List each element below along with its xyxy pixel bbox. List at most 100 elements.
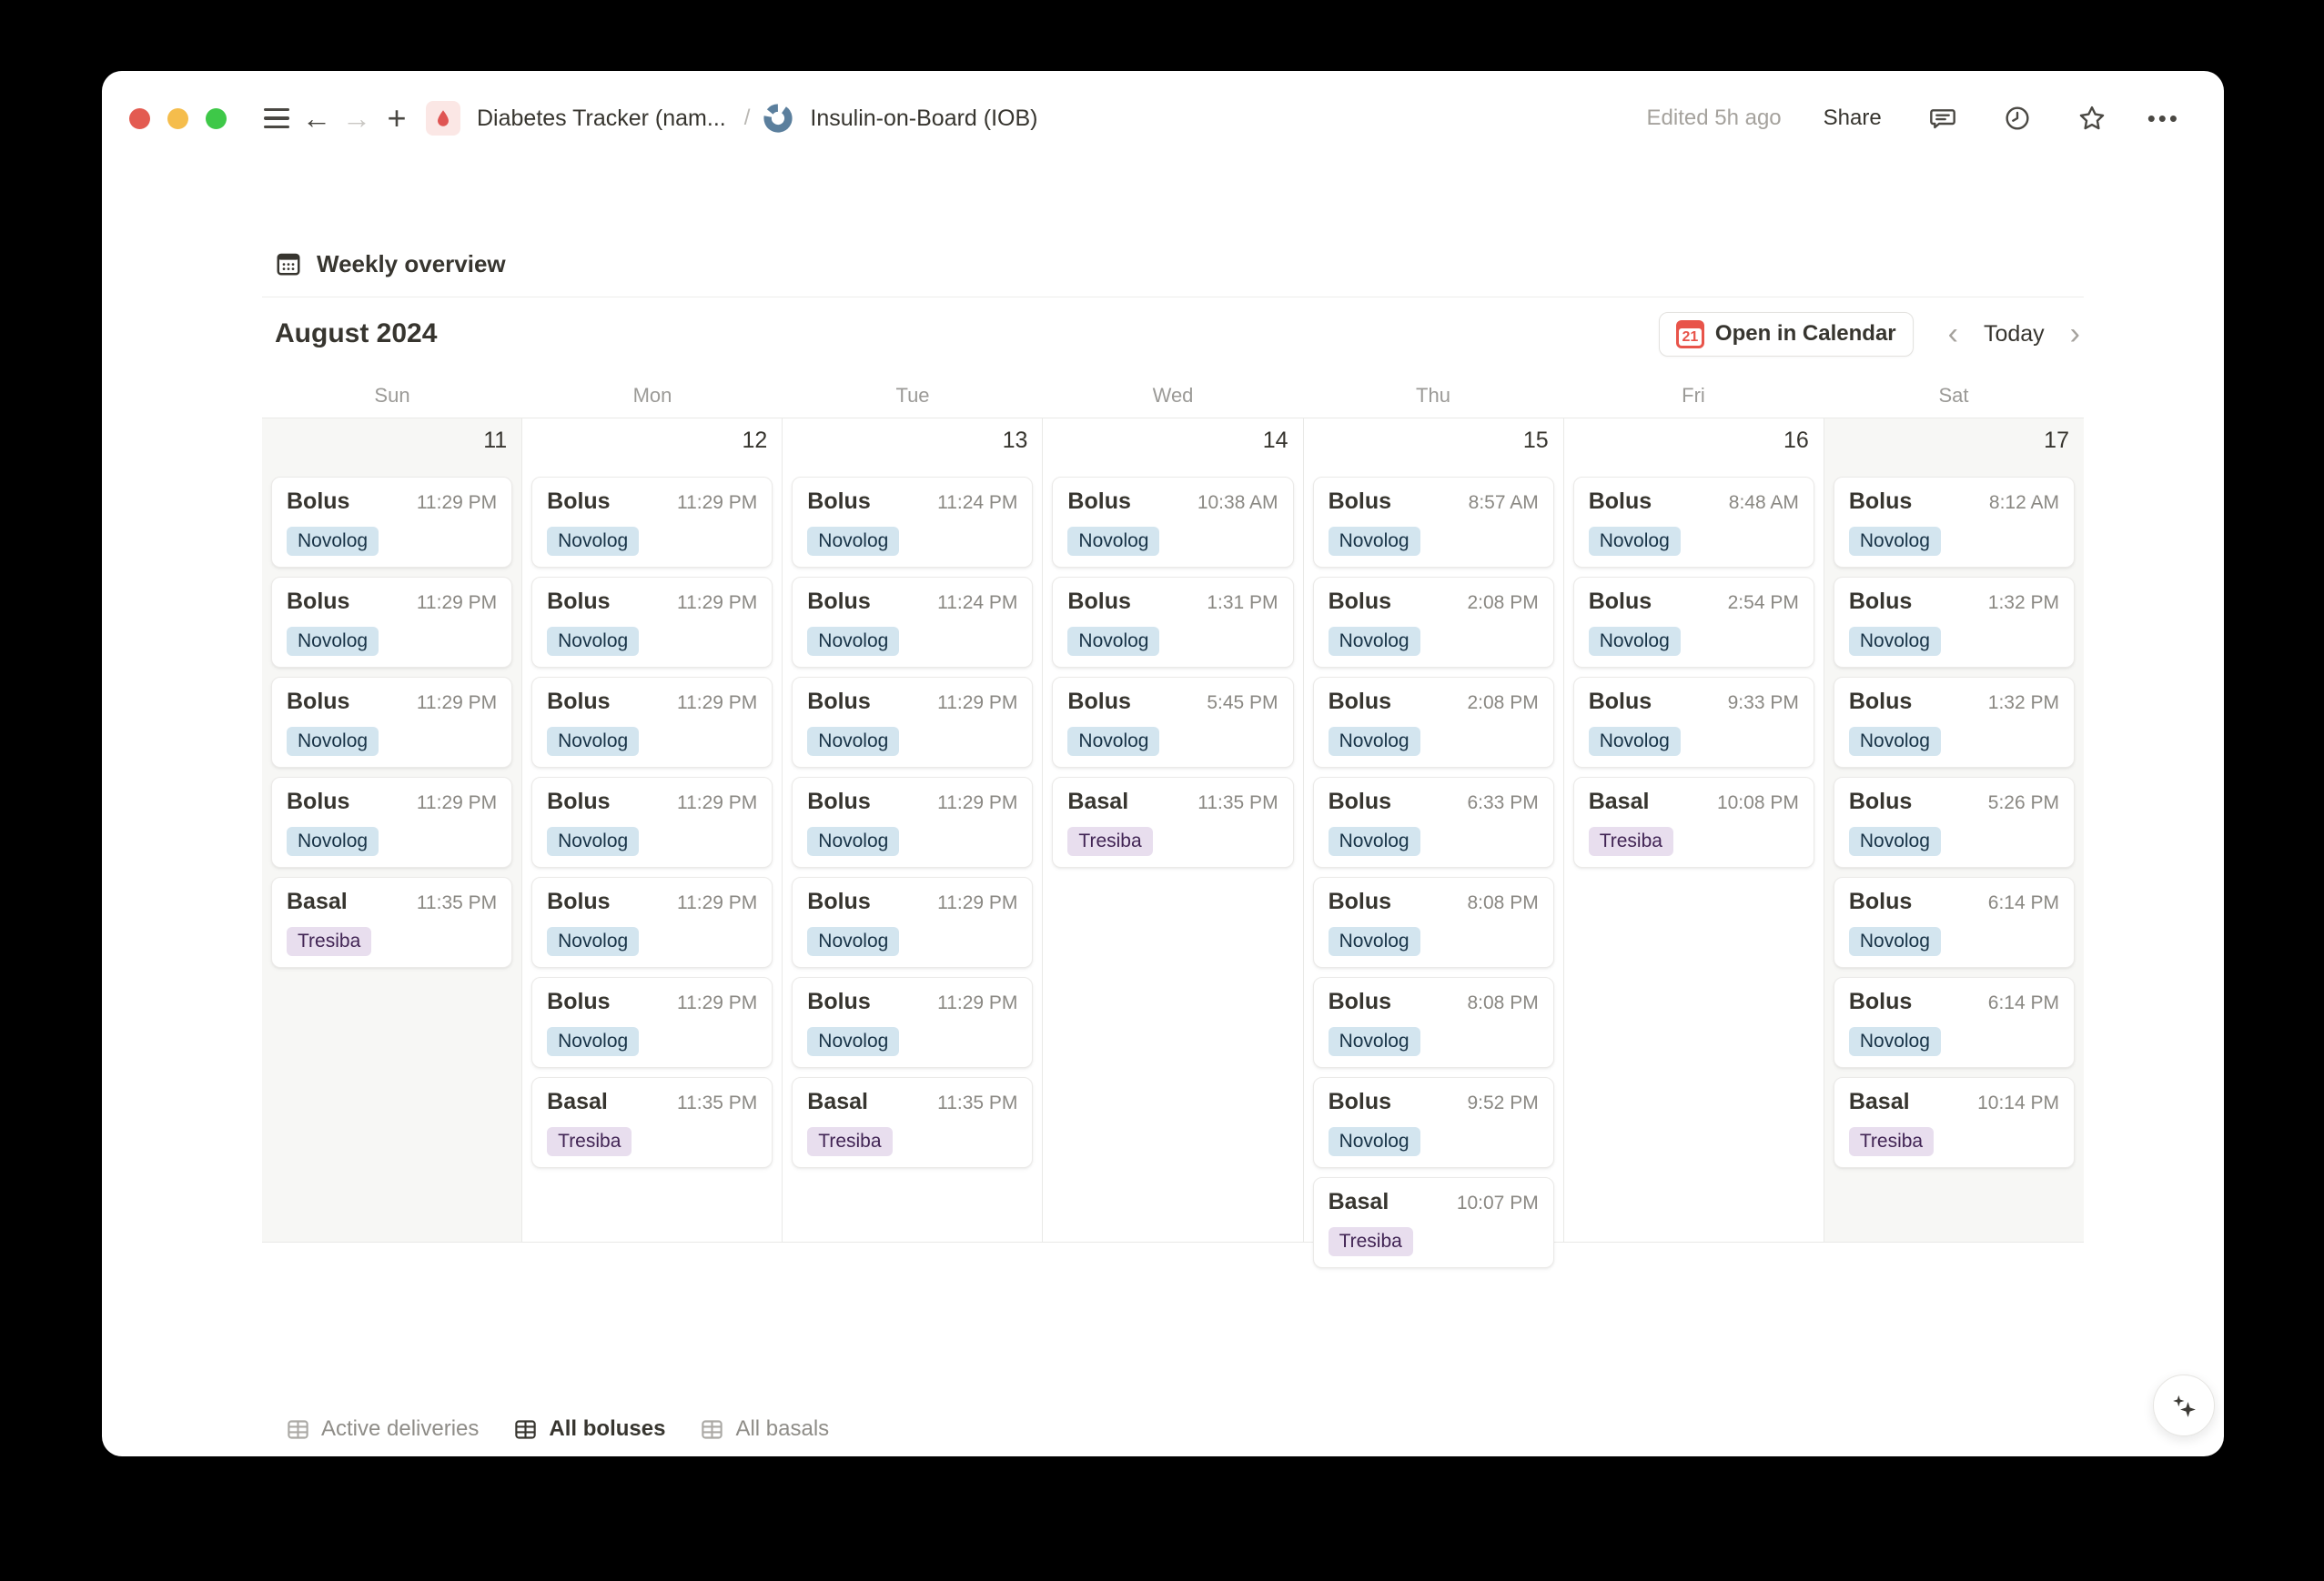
event-card[interactable]: Basal 11:35 PM Tresiba: [531, 1077, 773, 1168]
zoom-window-button[interactable]: [206, 107, 227, 129]
insulin-tag: Tresiba: [547, 1127, 632, 1156]
weekday-label-sun: Sun: [374, 384, 410, 407]
event-time: 8:57 AM: [1468, 492, 1539, 513]
event-card[interactable]: Basal 10:14 PM Tresiba: [1833, 1077, 2075, 1168]
day-cell-11[interactable]: 11 Bolus 11:29 PM Novolog Bolus 11:29 PM Novol…: [262, 418, 523, 1242]
event-card[interactable]: Bolus 6:33 PM Novolog: [1312, 777, 1554, 868]
tab-all-basals[interactable]: All basals: [689, 1402, 840, 1456]
event-card[interactable]: Bolus 11:29 PM Novolog: [792, 777, 1034, 868]
event-time: 5:26 PM: [1987, 792, 2059, 813]
today-button[interactable]: Today: [1984, 321, 2045, 347]
event-card[interactable]: Bolus 11:29 PM Novolog: [792, 877, 1034, 968]
event-card[interactable]: Basal 10:07 PM Tresiba: [1312, 1177, 1554, 1268]
next-week-button[interactable]: ›: [2066, 318, 2084, 349]
event-card[interactable]: Bolus 10:38 AM Novolog: [1052, 477, 1294, 568]
event-card[interactable]: Bolus 11:29 PM Novolog: [531, 577, 773, 668]
insulin-tag: Novolog: [807, 727, 900, 756]
new-page-button[interactable]: +: [377, 98, 417, 138]
event-card[interactable]: Bolus 5:45 PM Novolog: [1052, 677, 1294, 768]
view-title: Weekly overview: [317, 249, 506, 277]
event-card[interactable]: Bolus 8:57 AM Novolog: [1312, 477, 1554, 568]
event-title: Bolus: [1067, 589, 1131, 614]
screenshot-canvas: ← → + Diabetes Tracker (nam... / Insulin…: [0, 0, 2324, 1581]
event-title: Bolus: [287, 689, 350, 714]
event-card[interactable]: Bolus 1:32 PM Novolog: [1833, 677, 2075, 768]
topbar-actions: Edited 5h ago Share •••: [1647, 99, 2180, 137]
event-card[interactable]: Bolus 9:52 PM Novolog: [1312, 1077, 1554, 1168]
event-card[interactable]: Bolus 8:48 AM Novolog: [1572, 477, 1814, 568]
insulin-tag: Novolog: [807, 1027, 900, 1056]
event-card[interactable]: Bolus 11:29 PM Novolog: [531, 477, 773, 568]
breadcrumb-item-insulin-on-board[interactable]: Insulin-on-Board (IOB): [804, 102, 1043, 136]
event-card[interactable]: Bolus 11:29 PM Novolog: [531, 777, 773, 868]
event-card[interactable]: Basal 11:35 PM Tresiba: [792, 1077, 1034, 1168]
event-title: Bolus: [1588, 589, 1652, 614]
open-in-calendar-button[interactable]: 21 Open in Calendar: [1658, 311, 1914, 357]
event-card[interactable]: Bolus 11:29 PM Novolog: [531, 877, 773, 968]
event-card[interactable]: Bolus 11:24 PM Novolog: [792, 577, 1034, 668]
event-card[interactable]: Bolus 1:31 PM Novolog: [1052, 577, 1294, 668]
minimize-window-button[interactable]: [167, 107, 188, 129]
insulin-tag: Novolog: [287, 527, 379, 556]
event-card[interactable]: Bolus 1:32 PM Novolog: [1833, 577, 2075, 668]
insulin-tag: Novolog: [1067, 627, 1160, 656]
event-time: 11:29 PM: [937, 892, 1018, 913]
event-time: 8:12 AM: [1988, 492, 2059, 513]
event-card[interactable]: Bolus 2:54 PM Novolog: [1572, 577, 1814, 668]
event-card[interactable]: Bolus 9:33 PM Novolog: [1572, 677, 1814, 768]
history-icon[interactable]: [1998, 99, 2036, 137]
event-card[interactable]: Bolus 8:12 AM Novolog: [1833, 477, 2075, 568]
insulin-tag: Tresiba: [287, 927, 372, 956]
insulin-tag: Novolog: [1328, 827, 1420, 856]
insulin-tag: Novolog: [807, 827, 900, 856]
event-card[interactable]: Bolus 8:08 PM Novolog: [1312, 877, 1554, 968]
event-title: Bolus: [807, 589, 871, 614]
previous-week-button[interactable]: ‹: [1945, 318, 1962, 349]
weekday-label-sat: Sat: [1938, 384, 1969, 407]
event-card[interactable]: Bolus 8:08 PM Novolog: [1312, 977, 1554, 1068]
event-card[interactable]: Bolus 5:26 PM Novolog: [1833, 777, 2075, 868]
event-card[interactable]: Bolus 6:14 PM Novolog: [1833, 977, 2075, 1068]
insulin-tag: Novolog: [287, 627, 379, 656]
event-title: Basal: [287, 889, 348, 914]
date-number: 15: [1522, 428, 1549, 453]
more-options-icon[interactable]: •••: [2147, 105, 2180, 133]
day-cell-17[interactable]: 17 Bolus 8:12 AM Novolog Bolus 1:32 PM Novolog…: [1824, 418, 2084, 1242]
event-card[interactable]: Bolus 11:29 PM Novolog: [531, 977, 773, 1068]
event-card[interactable]: Bolus 2:08 PM Novolog: [1312, 677, 1554, 768]
event-title: Bolus: [1067, 488, 1131, 514]
event-title: Bolus: [807, 889, 871, 914]
breadcrumb-item-diabetes-tracker[interactable]: Diabetes Tracker (nam...: [471, 102, 732, 136]
event-card[interactable]: Bolus 11:29 PM Novolog: [792, 677, 1034, 768]
event-card[interactable]: Bolus 11:29 PM Novolog: [271, 477, 513, 568]
close-window-button[interactable]: [129, 107, 150, 129]
forward-button[interactable]: →: [337, 98, 377, 138]
favorite-star-icon[interactable]: [2073, 99, 2111, 137]
share-button[interactable]: Share: [1818, 102, 1887, 135]
event-card[interactable]: Bolus 6:14 PM Novolog: [1833, 877, 2075, 968]
event-card[interactable]: Bolus 11:29 PM Novolog: [271, 577, 513, 668]
event-time: 11:29 PM: [676, 792, 758, 813]
event-time: 11:24 PM: [937, 492, 1018, 513]
ai-sparkle-button[interactable]: [2153, 1375, 2215, 1436]
event-card[interactable]: Bolus 11:29 PM Novolog: [271, 777, 513, 868]
day-cell-16[interactable]: 16 Bolus 8:48 AM Novolog Bolus 2:54 PM Novolog…: [1563, 418, 1824, 1242]
event-card[interactable]: Basal 11:35 PM Tresiba: [271, 877, 513, 968]
tab-all-boluses[interactable]: All boluses: [502, 1402, 676, 1456]
event-card[interactable]: Bolus 11:29 PM Novolog: [531, 677, 773, 768]
tab-active-deliveries[interactable]: Active deliveries: [275, 1402, 490, 1456]
day-cell-15[interactable]: 15 Bolus 8:57 AM Novolog Bolus 2:08 PM Novolog…: [1303, 418, 1564, 1268]
sidebar-menu-icon[interactable]: [257, 107, 297, 129]
day-cell-14[interactable]: 14 Bolus 10:38 AM Novolog Bolus 1:31 PM Novolo…: [1043, 418, 1304, 1242]
day-cell-13[interactable]: 13 Bolus 11:24 PM Novolog Bolus 11:24 PM Novol…: [783, 418, 1044, 1242]
insulin-tag: Novolog: [1848, 1027, 1941, 1056]
event-card[interactable]: Bolus 11:24 PM Novolog: [792, 477, 1034, 568]
comments-icon[interactable]: [1924, 99, 1962, 137]
back-button[interactable]: ←: [297, 98, 337, 138]
event-card[interactable]: Bolus 11:29 PM Novolog: [271, 677, 513, 768]
event-card[interactable]: Bolus 2:08 PM Novolog: [1312, 577, 1554, 668]
event-card[interactable]: Basal 10:08 PM Tresiba: [1572, 777, 1814, 868]
event-card[interactable]: Basal 11:35 PM Tresiba: [1052, 777, 1294, 868]
event-card[interactable]: Bolus 11:29 PM Novolog: [792, 977, 1034, 1068]
day-cell-12[interactable]: 12 Bolus 11:29 PM Novolog Bolus 11:29 PM Novol…: [522, 418, 783, 1242]
